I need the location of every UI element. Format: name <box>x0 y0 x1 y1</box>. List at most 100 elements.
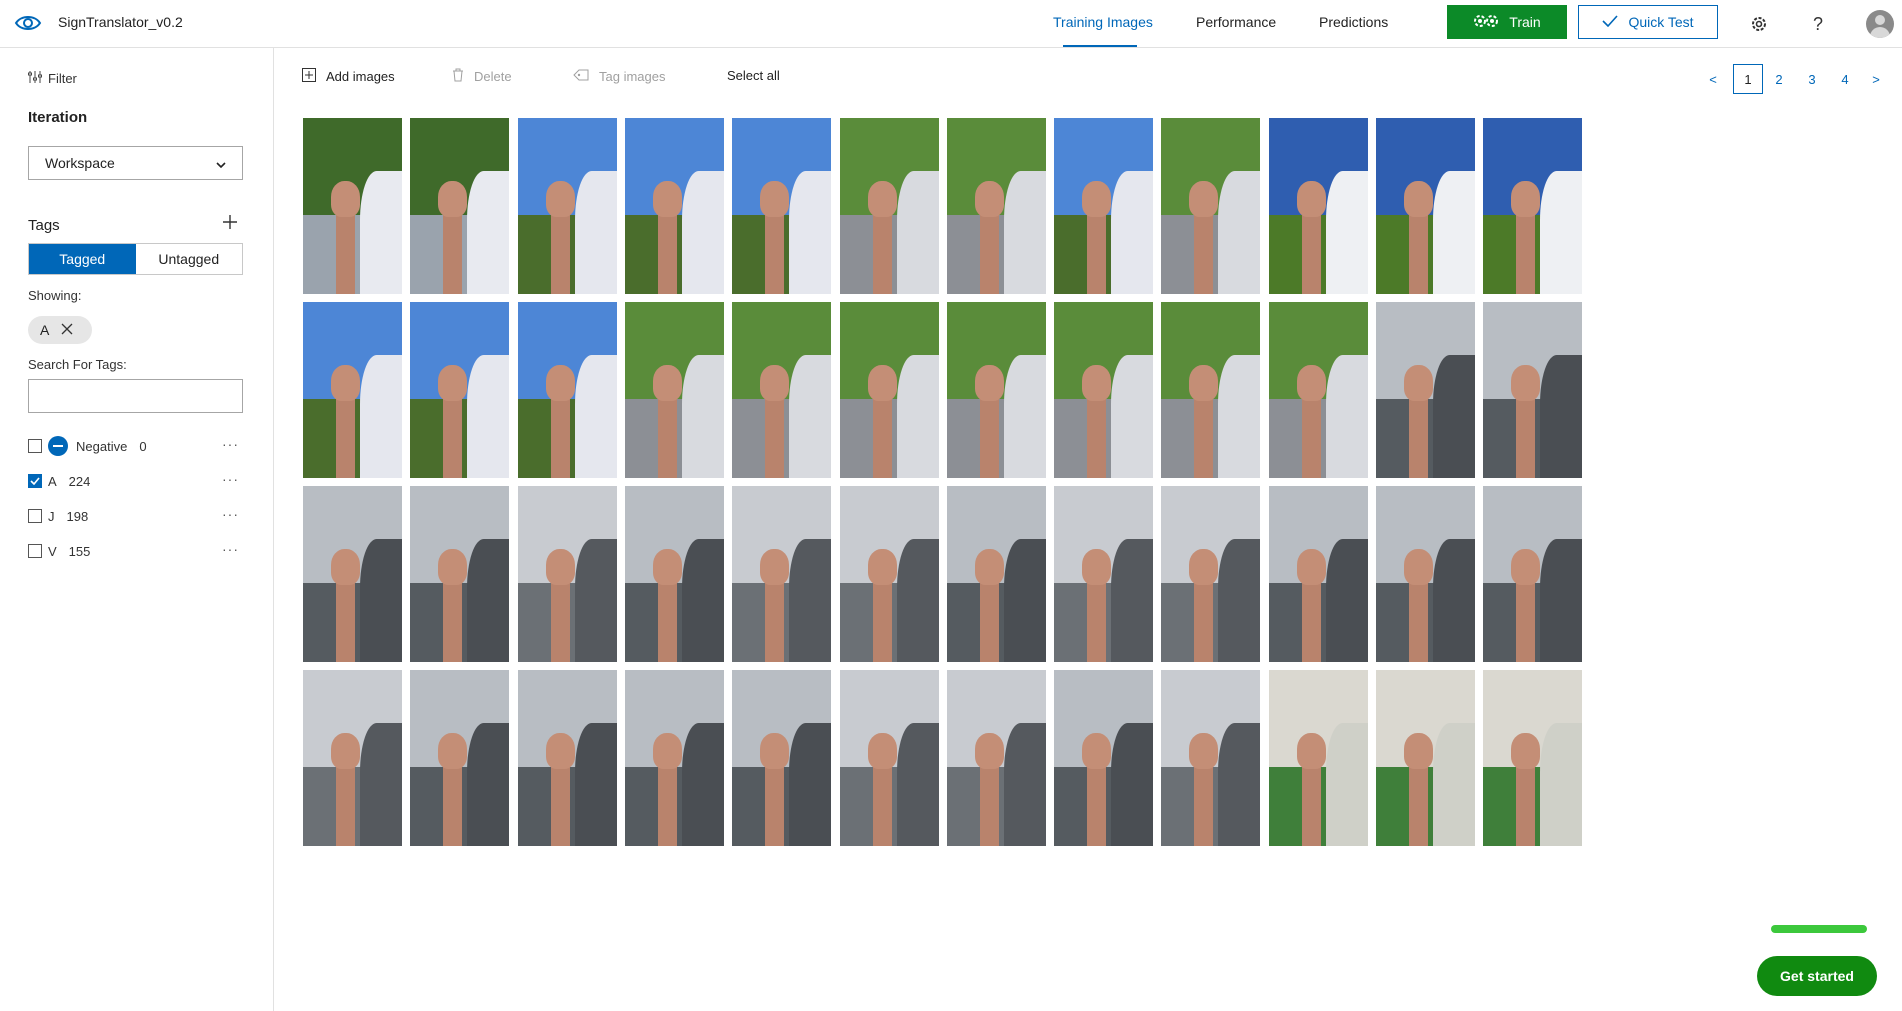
image-thumbnail[interactable] <box>518 670 617 846</box>
image-thumbnail[interactable] <box>518 302 617 478</box>
image-thumbnail[interactable] <box>303 118 402 294</box>
more-options-icon[interactable]: ··· <box>222 471 239 487</box>
image-thumbnail[interactable] <box>518 486 617 662</box>
image-thumbnail[interactable] <box>1054 302 1153 478</box>
image-thumbnail[interactable] <box>1376 670 1475 846</box>
image-thumbnail[interactable] <box>1483 118 1582 294</box>
checkbox[interactable] <box>28 509 42 523</box>
quick-test-button[interactable]: Quick Test <box>1578 5 1718 39</box>
image-thumbnail[interactable] <box>947 118 1046 294</box>
image-thumbnail[interactable] <box>1269 670 1368 846</box>
image-thumbnail[interactable] <box>625 302 724 478</box>
page-1-button[interactable]: 1 <box>1733 64 1763 94</box>
train-button[interactable]: Train <box>1447 5 1567 39</box>
image-thumbnail[interactable] <box>625 118 724 294</box>
search-tags-input[interactable] <box>28 379 243 413</box>
image-thumbnail[interactable] <box>410 302 509 478</box>
page-4-button[interactable]: 4 <box>1833 64 1857 94</box>
user-avatar-icon[interactable] <box>1866 10 1894 38</box>
image-thumbnail[interactable] <box>1161 302 1260 478</box>
top-bar: SignTranslator_v0.2 Training Images Perf… <box>0 0 1902 48</box>
image-thumbnail[interactable] <box>1269 486 1368 662</box>
add-tag-icon[interactable] <box>220 212 240 232</box>
gear-icon[interactable] <box>1747 12 1771 36</box>
check-icon <box>1602 14 1619 30</box>
tag-row-a[interactable]: A 224 ··· <box>28 469 243 493</box>
more-options-icon[interactable]: ··· <box>222 541 239 557</box>
tag-name: V <box>48 543 57 559</box>
tab-predictions[interactable]: Predictions <box>1319 14 1388 30</box>
image-thumbnail[interactable] <box>1376 302 1475 478</box>
add-images-button[interactable]: Add images <box>302 68 395 85</box>
image-thumbnail[interactable] <box>732 670 831 846</box>
image-thumbnail[interactable] <box>947 486 1046 662</box>
tag-row-negative[interactable]: Negative 0 ··· <box>28 434 243 458</box>
image-thumbnail[interactable] <box>1376 118 1475 294</box>
checkbox[interactable] <box>28 544 42 558</box>
add-image-icon <box>302 68 316 85</box>
image-thumbnail[interactable] <box>1483 486 1582 662</box>
delete-button[interactable]: Delete <box>452 68 512 85</box>
question-icon[interactable]: ? <box>1806 12 1830 36</box>
image-thumbnail[interactable] <box>410 118 509 294</box>
checkbox-checked[interactable] <box>28 474 42 488</box>
more-options-icon[interactable]: ··· <box>222 506 239 522</box>
eye-logo-icon[interactable] <box>14 10 42 36</box>
tag-row-j[interactable]: J 198 ··· <box>28 504 243 528</box>
image-thumbnail[interactable] <box>947 302 1046 478</box>
image-thumbnail[interactable] <box>410 486 509 662</box>
image-thumbnail[interactable] <box>303 670 402 846</box>
image-thumbnail[interactable] <box>840 302 939 478</box>
image-thumbnail[interactable] <box>625 670 724 846</box>
page-3-button[interactable]: 3 <box>1800 64 1824 94</box>
tab-performance[interactable]: Performance <box>1196 14 1276 30</box>
more-options-icon[interactable]: ··· <box>222 436 239 452</box>
image-thumbnail[interactable] <box>1483 302 1582 478</box>
image-thumbnail[interactable] <box>732 302 831 478</box>
active-tag-chip: A <box>28 316 92 344</box>
tag-images-button[interactable]: Tag images <box>573 68 665 85</box>
image-thumbnail[interactable] <box>1483 670 1582 846</box>
image-thumbnail[interactable] <box>840 486 939 662</box>
image-thumbnail[interactable] <box>1269 302 1368 478</box>
image-thumbnail[interactable] <box>732 118 831 294</box>
tagged-option[interactable]: Tagged <box>29 244 136 274</box>
get-started-button[interactable]: Get started <box>1757 956 1877 996</box>
image-thumbnail[interactable] <box>1269 118 1368 294</box>
image-thumbnail[interactable] <box>1376 486 1475 662</box>
iteration-select[interactable]: Workspace <box>28 146 243 180</box>
tag-row-v[interactable]: V 155 ··· <box>28 539 243 563</box>
iteration-label: Iteration <box>28 109 88 126</box>
page-2-button[interactable]: 2 <box>1767 64 1791 94</box>
app-title[interactable]: SignTranslator_v0.2 <box>58 14 183 30</box>
image-thumbnail[interactable] <box>732 486 831 662</box>
image-thumbnail[interactable] <box>410 670 509 846</box>
image-thumbnail[interactable] <box>1054 118 1153 294</box>
image-thumbnail[interactable] <box>1161 118 1260 294</box>
next-page-button[interactable]: > <box>1866 64 1886 94</box>
gears-icon <box>1473 13 1499 32</box>
sidebar: Filter Iteration Workspace Tags Tagged U… <box>0 48 274 1011</box>
image-thumbnail[interactable] <box>840 118 939 294</box>
image-thumbnail[interactable] <box>1161 486 1260 662</box>
image-thumbnail[interactable] <box>303 302 402 478</box>
image-thumbnail[interactable] <box>625 486 724 662</box>
image-thumbnail[interactable] <box>1054 670 1153 846</box>
image-thumbnail[interactable] <box>303 486 402 662</box>
image-thumbnail[interactable] <box>1054 486 1153 662</box>
tab-training-images[interactable]: Training Images <box>1053 14 1153 30</box>
image-thumbnail[interactable] <box>947 670 1046 846</box>
filter-label: Filter <box>48 71 77 86</box>
image-thumbnail[interactable] <box>840 670 939 846</box>
checkbox[interactable] <box>28 439 42 453</box>
close-icon[interactable] <box>61 322 73 338</box>
tags-heading: Tags <box>28 217 60 234</box>
prev-page-button[interactable]: < <box>1703 64 1723 94</box>
trash-icon <box>452 68 464 85</box>
filter-toggle[interactable]: Filter <box>28 70 77 87</box>
select-all-button[interactable]: Select all <box>727 68 780 83</box>
tag-count: 155 <box>68 543 91 559</box>
image-thumbnail[interactable] <box>518 118 617 294</box>
untagged-option[interactable]: Untagged <box>136 244 243 274</box>
image-thumbnail[interactable] <box>1161 670 1260 846</box>
